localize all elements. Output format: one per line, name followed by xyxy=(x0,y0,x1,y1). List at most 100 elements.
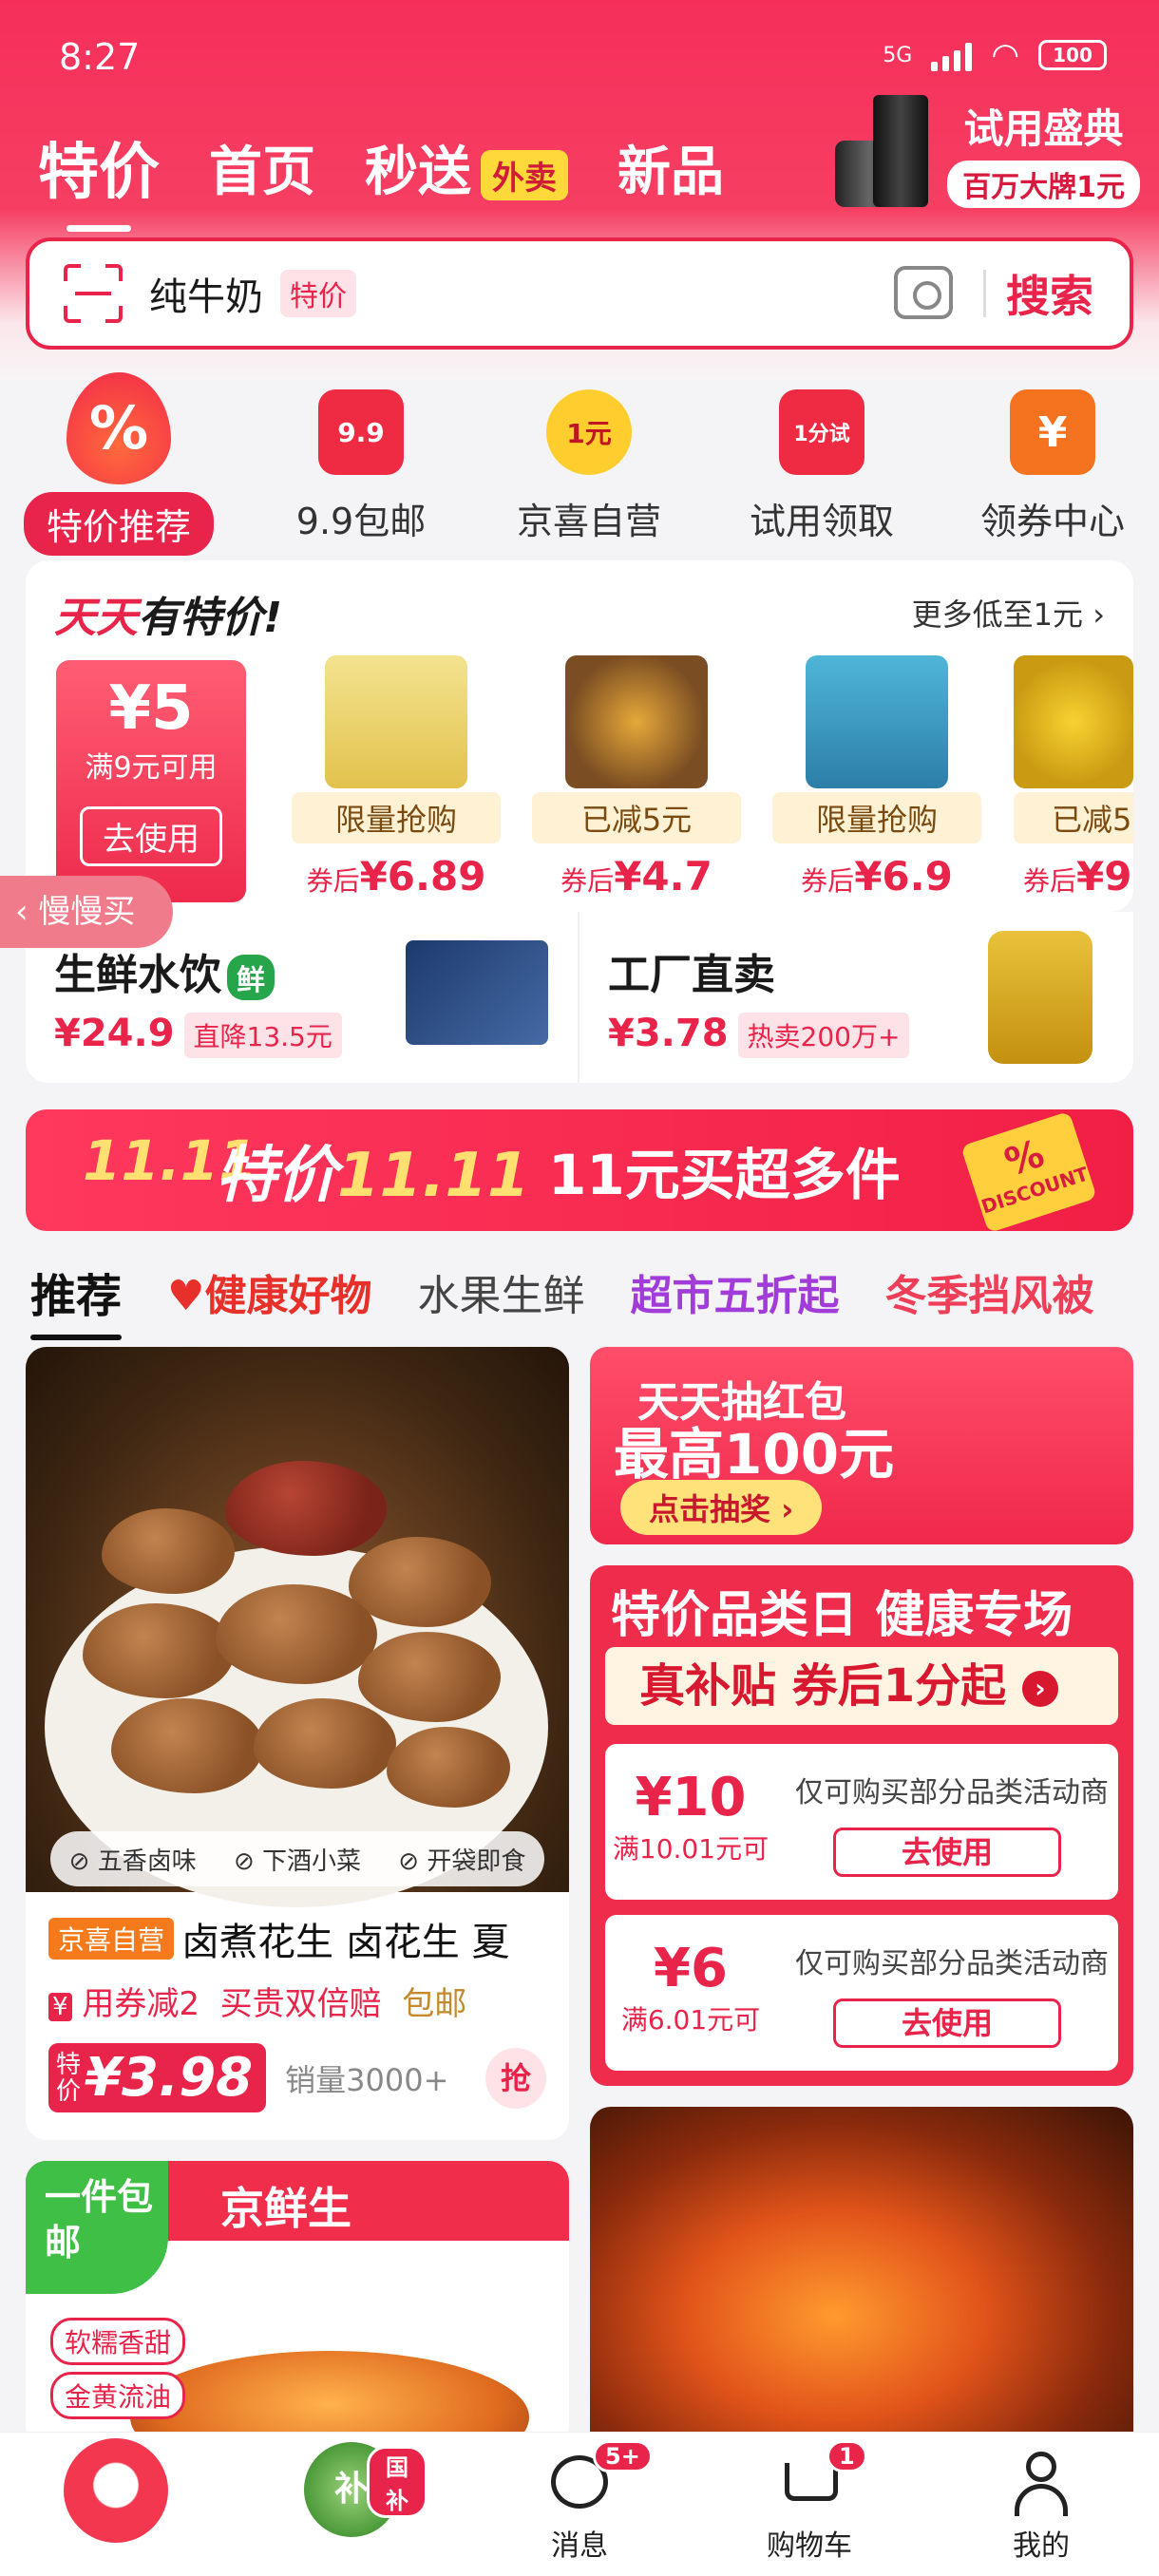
category-trial[interactable]: 1分试 试用领取 xyxy=(736,389,907,544)
category-coupon[interactable]: ¥6 满6.01元可 仅可购买部分品类活动商 去使用 xyxy=(605,1915,1118,2071)
nav-subsidy[interactable]: 补 国补 xyxy=(276,2442,428,2537)
battery-icon: 100 xyxy=(1038,40,1107,70)
nav-home[interactable] xyxy=(40,2438,192,2543)
free-shipping-corner: 一件包邮 xyxy=(26,2161,168,2294)
top-tabs: 特价 首页 秒送 外卖 新品 xyxy=(38,123,724,232)
use-coupon-button[interactable]: 去使用 xyxy=(833,1828,1061,1877)
discount-tag: % DISCOUNT xyxy=(960,1110,1097,1231)
search-tag: 特价 xyxy=(280,270,356,317)
deal-price: 券后¥4.7 xyxy=(560,853,712,900)
fresh-title: 生鲜水饮鲜 xyxy=(54,940,275,1001)
category-special-recommend[interactable]: % 特价推荐 xyxy=(24,372,214,556)
flame-percent-icon: % xyxy=(66,372,171,484)
deal-product[interactable]: 已减5元 券后¥4.7 xyxy=(532,655,741,900)
feed-product-card[interactable]: ⊘ 五香卤味 ⊘ 下酒小菜 ⊘ 开袋即食 京喜自营 卤煮花生 卤花生 夏 ¥ 用券… xyxy=(26,1347,569,2140)
deal-product[interactable]: 限量抢购 券后¥6.89 xyxy=(292,655,501,900)
product-image xyxy=(1014,655,1133,788)
feed-tabs: 推荐 ♥健康好物 水果生鲜 超市五折起 冬季挡风被 xyxy=(30,1259,1093,1340)
category-row: % 特价推荐 9.9 9.9包邮 1元 京喜自营 1分试 试用领取 ¥ 领券中心 xyxy=(0,361,1159,556)
use-coupon-button[interactable]: 去使用 xyxy=(833,1998,1061,2048)
coupon-condition: 满6.01元可 xyxy=(620,2004,761,2036)
jingxian-name: 京鲜生 xyxy=(220,2183,352,2234)
category-label: 领券中心 xyxy=(979,501,1125,542)
status-icons: 5G ◠ 100 xyxy=(883,36,1107,74)
category-label: 试用领取 xyxy=(749,501,894,542)
search-input[interactable]: 纯牛奶 xyxy=(149,266,263,321)
egg-box-image xyxy=(406,940,548,1045)
deal-price: 券后¥6.9 xyxy=(801,853,953,900)
coupon-icon: ¥ xyxy=(1010,389,1095,475)
more-link[interactable]: 更多低至1元 › xyxy=(912,591,1105,635)
feed-tab-health[interactable]: ♥健康好物 xyxy=(167,1261,371,1322)
trial-promo[interactable]: 试用盛典 百万大牌1元 xyxy=(835,95,1140,209)
search-bar[interactable]: 纯牛奶 特价 搜索 xyxy=(26,237,1133,350)
back-button[interactable]: ‹ 慢慢买 xyxy=(0,876,173,948)
grab-button[interactable]: 抢 xyxy=(485,2047,546,2109)
coupon-value: ¥6 xyxy=(654,1938,728,1999)
chip: ⊘ 下酒小菜 xyxy=(233,1847,362,1876)
category-day-sub[interactable]: 真补贴 券后1分起 › xyxy=(605,1647,1118,1725)
wifi-icon: ◠ xyxy=(991,36,1019,74)
peanut-image: ⊘ 五香卤味 ⊘ 下酒小菜 ⊘ 开袋即食 xyxy=(26,1347,569,1907)
chip: ⊘ 开袋即食 xyxy=(398,1847,526,1876)
feed-tab-fruit[interactable]: 水果生鲜 xyxy=(417,1261,584,1322)
badge-1yuan-icon: 1元 xyxy=(546,389,632,475)
promo-banner[interactable]: 11.11 特价11.11 11元买超多件 % DISCOUNT xyxy=(26,1109,1133,1231)
heart-icon: ♥ xyxy=(167,1272,205,1320)
banner-title: 特价11.11 xyxy=(216,1141,530,1211)
tab-home[interactable]: 首页 xyxy=(209,129,315,206)
arrow-icon: › xyxy=(1021,1671,1058,1707)
category-day-card: 特价品类日 健康专场 真补贴 券后1分起 › ¥10 满10.01元可 仅可购买部… xyxy=(590,1565,1133,2086)
feed-tab-supermarket[interactable]: 超市五折起 xyxy=(630,1261,839,1322)
search-button[interactable]: 搜索 xyxy=(1006,262,1093,325)
category-jingxi[interactable]: 1元 京喜自营 xyxy=(504,389,674,544)
category-label: 9.9包邮 xyxy=(295,501,427,542)
store-tag: 京喜自营 xyxy=(48,1918,175,1960)
deal-price: 券后¥6.89 xyxy=(306,853,486,900)
feature-pill: 金黄流油 xyxy=(50,2372,186,2419)
nav-messages[interactable]: 5+ 消息 xyxy=(504,2440,656,2564)
sub-cards: 生鲜水饮鲜 ¥24.9 直降13.5元 工厂直卖 ¥3.78 热卖200万+ xyxy=(26,912,1133,1083)
coupon-desc: 仅可购买部分品类活动商 xyxy=(795,1776,1109,1809)
daily-deals-title: 天天有特价! xyxy=(54,594,283,642)
camera-ai-icon[interactable] xyxy=(894,266,953,319)
product-image xyxy=(325,655,467,788)
category-label: 京喜自营 xyxy=(516,501,661,542)
feed-tab-winter[interactable]: 冬季挡风被 xyxy=(884,1261,1093,1322)
tea-jar-image xyxy=(988,931,1092,1064)
roast-yam-card[interactable] xyxy=(590,2107,1133,2487)
nav-cart[interactable]: 1 购物车 xyxy=(733,2440,885,2564)
deal-product[interactable]: 限量抢购 券后¥6.9 xyxy=(772,655,981,900)
jingxian-card[interactable]: 一件包邮 京鲜生 软糯香甜 金黄流油 xyxy=(26,2161,569,2446)
message-badge: 5+ xyxy=(593,2440,653,2472)
deal-label: 已减5元 xyxy=(532,792,741,843)
category-label: 特价推荐 xyxy=(24,492,214,556)
daily-deals-card: 天天有特价! 更多低至1元 › ¥5 满9元可用 去使用 限量抢购 券后¥6.8… xyxy=(26,560,1133,912)
feed-tab-recommend[interactable]: 推荐 xyxy=(30,1259,123,1340)
use-coupon-button[interactable]: 去使用 xyxy=(80,806,222,866)
feature-chips: ⊘ 五香卤味 ⊘ 下酒小菜 ⊘ 开袋即食 xyxy=(50,1831,544,1886)
cart-badge: 1 xyxy=(826,2440,867,2472)
tab-new-products[interactable]: 新品 xyxy=(618,129,724,206)
category-coupon-center[interactable]: ¥ 领券中心 xyxy=(967,389,1138,544)
deal-product[interactable]: 已减5 券后¥9 xyxy=(1014,655,1133,900)
coupon-card[interactable]: ¥5 满9元可用 去使用 xyxy=(56,660,246,902)
category-day-title: 特价品类日 健康专场 xyxy=(611,1587,1074,1644)
tab-instant-delivery[interactable]: 秒送 外卖 xyxy=(365,129,568,206)
chip: ⊘ 五香卤味 xyxy=(68,1847,197,1876)
red-packet-banner[interactable]: 天天抽红包 最高100元 点击抽奖 › xyxy=(590,1347,1133,1544)
category-9-9[interactable]: 9.9 9.9包邮 xyxy=(276,389,446,544)
scan-icon[interactable] xyxy=(64,264,123,323)
category-coupon[interactable]: ¥10 满10.01元可 仅可购买部分品类活动商 去使用 xyxy=(605,1744,1118,1900)
nav-me[interactable]: 我的 xyxy=(965,2446,1117,2564)
factory-title: 工厂直卖 xyxy=(608,951,775,999)
coupon-condition: 满9元可用 xyxy=(85,751,218,785)
promo-subtitle: 百万大牌1元 xyxy=(947,160,1140,208)
tab-special-price[interactable]: 特价 xyxy=(38,123,160,232)
deal-label: 已减5 xyxy=(1014,792,1133,843)
subsidy-badge: 国补 xyxy=(367,2446,428,2518)
factory-direct-card[interactable]: 工厂直卖 ¥3.78 热卖200万+ xyxy=(580,912,1133,1083)
tab-instant-delivery-label: 秒送 xyxy=(365,141,471,203)
deal-label: 限量抢购 xyxy=(772,792,981,843)
draw-button[interactable]: 点击抽奖 › xyxy=(620,1480,823,1535)
